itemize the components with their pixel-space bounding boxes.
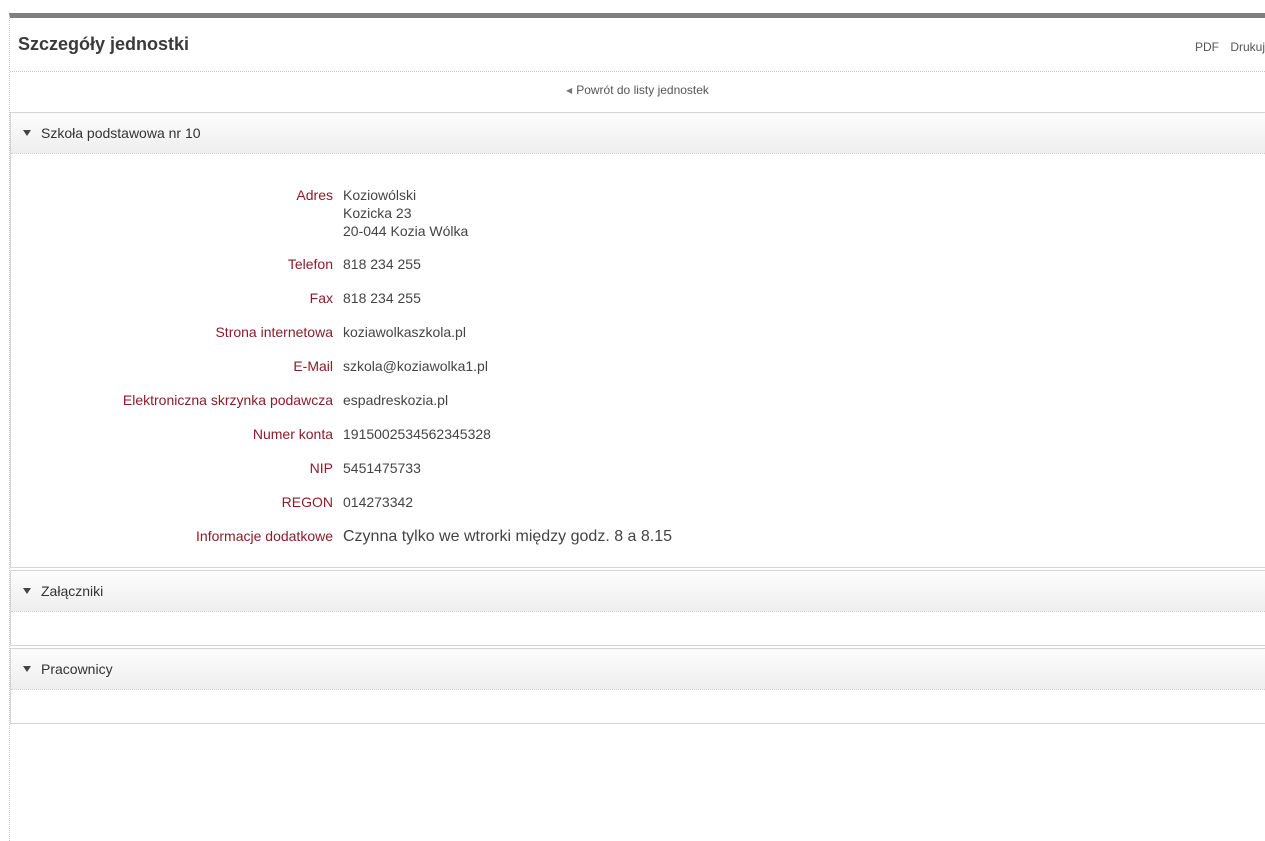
regon-label: REGON: [281, 494, 333, 510]
detail-row-fax: Fax 818 234 255: [11, 289, 1265, 308]
attachments-body: [11, 612, 1265, 645]
address-line1: Koziowólski: [343, 187, 417, 203]
phone-value: 818 234 255: [343, 256, 421, 272]
detail-row-nip: NIP 5451475733: [11, 459, 1265, 478]
detail-row-regon: REGON 014273342: [11, 493, 1265, 512]
print-link[interactable]: Drukuj: [1230, 40, 1265, 54]
website-value: koziawolkaszkola.pl: [343, 324, 466, 340]
back-to-list-link[interactable]: Powrót do listy jednostek: [576, 83, 709, 97]
address-label: Adres: [296, 187, 333, 203]
phone-label: Telefon: [287, 256, 333, 272]
nip-value: 5451475733: [343, 460, 421, 476]
account-label: Numer konta: [252, 426, 333, 442]
unit-details-page: Szczegóły jednostki PDF Drukuj ◀ Powrót d…: [9, 13, 1265, 841]
detail-row-account: Numer konta 1915002534562345328: [11, 425, 1265, 444]
page-title: Szczegóły jednostki: [18, 34, 190, 54]
detail-row-epuap: Elektroniczna skrzynka podawcza espadres…: [11, 391, 1265, 410]
info-label: Informacje dodatkowe: [196, 528, 333, 544]
pdf-link[interactable]: PDF: [1195, 40, 1219, 54]
chevron-left-icon: ◀: [566, 86, 573, 95]
header-actions: PDF Drukuj: [1195, 40, 1265, 54]
address-value: Koziowólski Kozicka 23 20-044 Kozia Wólk…: [343, 186, 468, 240]
info-value: Czynna tylko we wtrorki między godz. 8 a…: [343, 528, 673, 545]
unit-section: Szkoła podstawowa nr 10 Adres Koziowólsk…: [10, 112, 1265, 568]
epuap-value: espadreskozia.pl: [343, 392, 449, 408]
email-label: E-Mail: [293, 358, 333, 374]
caret-down-icon: [23, 666, 31, 672]
attachments-section-header[interactable]: Załączniki: [11, 571, 1265, 612]
detail-row-email: E-Mail szkola@koziawolka1.pl: [11, 357, 1265, 376]
nip-label: NIP: [309, 460, 333, 476]
unit-details: Adres Koziowólski Kozicka 23 20-044 Kozi…: [11, 154, 1265, 567]
detail-row-info: Informacje dodatkowe Czynna tylko we wtr…: [11, 527, 1265, 546]
detail-row-website: Strona internetowa koziawolkaszkola.pl: [11, 323, 1265, 342]
employees-body: [11, 690, 1265, 723]
fax-value: 818 234 255: [343, 290, 421, 306]
unit-section-header[interactable]: Szkoła podstawowa nr 10: [11, 113, 1265, 154]
epuap-label: Elektroniczna skrzynka podawcza: [122, 392, 333, 408]
website-label: Strona internetowa: [215, 324, 333, 340]
employees-section: Pracownicy: [10, 648, 1265, 724]
address-line3: 20-044 Kozia Wólka: [343, 223, 469, 239]
employees-section-title: Pracownicy: [41, 661, 113, 677]
detail-row-address: Adres Koziowólski Kozicka 23 20-044 Kozi…: [11, 186, 1265, 240]
caret-down-icon: [23, 588, 31, 594]
page-header: Szczegóły jednostki PDF Drukuj: [10, 18, 1265, 72]
attachments-section: Załączniki: [10, 570, 1265, 646]
caret-down-icon: [23, 130, 31, 136]
back-bar: ◀ Powrót do listy jednostek: [10, 72, 1265, 112]
employees-section-header[interactable]: Pracownicy: [11, 649, 1265, 690]
regon-value: 014273342: [343, 494, 414, 510]
email-value: szkola@koziawolka1.pl: [343, 358, 488, 374]
unit-section-title: Szkoła podstawowa nr 10: [41, 125, 201, 141]
fax-label: Fax: [309, 290, 333, 306]
attachments-section-title: Załączniki: [41, 583, 104, 599]
address-line2: Kozicka 23: [343, 205, 412, 221]
account-value: 1915002534562345328: [343, 426, 491, 442]
detail-row-phone: Telefon 818 234 255: [11, 255, 1265, 274]
